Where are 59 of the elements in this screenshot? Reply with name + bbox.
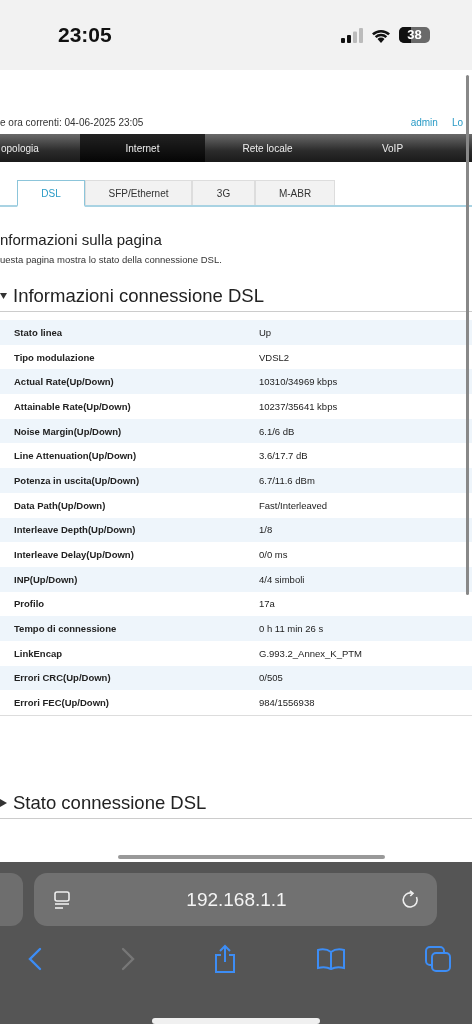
sub-tab[interactable]: M-ABR	[255, 180, 335, 205]
row-label: INP(Up/Down)	[13, 573, 79, 585]
signal-icon	[341, 27, 363, 43]
wifi-icon	[371, 27, 391, 43]
nav-tab[interactable]: Rete locale	[205, 134, 330, 162]
row-label: Noise Margin(Up/Down)	[13, 425, 123, 437]
row-value: 0/0 ms	[259, 549, 288, 561]
row-label: Data Path(Up/Down)	[13, 499, 107, 511]
row-label: Potenza in uscita(Up/Down)	[13, 474, 141, 486]
reload-icon[interactable]	[401, 889, 421, 910]
page-menu-icon[interactable]	[52, 889, 72, 910]
info-description: uesta pagina mostra lo stato della connessione DSL.	[0, 254, 223, 265]
row-label: Tempo di connessione	[13, 623, 118, 635]
row-label: Profilo	[13, 598, 46, 610]
status-time: 23:05	[58, 23, 112, 47]
row-value: 984/1556938	[259, 697, 315, 709]
row-label: Stato linea	[13, 326, 64, 338]
row-value: 4/4 simboli	[259, 573, 305, 585]
nav-tab[interactable]: Internet	[80, 134, 205, 162]
expanded-triangle-icon[interactable]	[0, 292, 7, 300]
address-bar[interactable]: 192.168.1.1	[34, 873, 437, 926]
row-value: 10310/34969 kbps	[259, 376, 338, 388]
collapsed-triangle-icon[interactable]	[0, 799, 7, 807]
row-label: Actual Rate(Up/Down)	[13, 376, 115, 388]
row-value: 10237/35641 kbps	[259, 400, 338, 412]
row-value: 6.1/6 dB	[259, 425, 295, 437]
row-value: 0 h 11 min 26 s	[259, 623, 324, 635]
tabs-icon[interactable]	[424, 945, 452, 973]
info-title: nformazioni sulla pagina	[0, 231, 163, 248]
row-value: G.993.2_Annex_K_PTM	[259, 647, 362, 659]
row-value: VDSL2	[259, 351, 290, 363]
share-icon[interactable]	[213, 944, 237, 974]
row-label: Attainable Rate(Up/Down)	[13, 400, 132, 412]
row-label: Errori CRC(Up/Down)	[13, 672, 112, 684]
row-value: 6.7/11.6 dBm	[259, 474, 315, 486]
current-datetime: e ora correnti: 04-06-2025 23:05	[0, 117, 144, 128]
row-label: LinkEncap	[13, 647, 64, 659]
row-value: 17a	[259, 598, 275, 610]
nav-tab[interactable]: opologia	[0, 134, 80, 162]
section-title[interactable]: Stato connessione DSL	[13, 792, 207, 814]
row-label: Line Attenuation(Up/Down)	[13, 450, 138, 462]
row-label: Interleave Depth(Up/Down)	[13, 524, 137, 536]
row-value: Up	[259, 326, 272, 338]
tab-preview[interactable]	[0, 873, 23, 926]
section-title[interactable]: Informazioni connessione DSL	[13, 285, 264, 307]
forward-icon[interactable]	[120, 947, 135, 971]
scrollbar[interactable]	[466, 75, 469, 595]
nav-tab[interactable]: VoIP	[330, 134, 455, 162]
row-value: Fast/Interleaved	[259, 499, 328, 511]
sub-tab[interactable]: SFP/Ethernet	[85, 180, 192, 205]
row-label: Errori FEC(Up/Down)	[13, 697, 110, 709]
row-value: 3.6/17.7 dB	[259, 450, 308, 462]
row-label: Interleave Delay(Up/Down)	[13, 549, 135, 561]
row-value: 1/8	[259, 524, 273, 536]
book-icon[interactable]	[315, 947, 346, 971]
row-value: 0/505	[259, 672, 283, 684]
back-icon[interactable]	[28, 947, 42, 971]
row-label: Tipo modulazione	[13, 351, 96, 363]
sub-tab[interactable]: 3G	[192, 180, 255, 205]
